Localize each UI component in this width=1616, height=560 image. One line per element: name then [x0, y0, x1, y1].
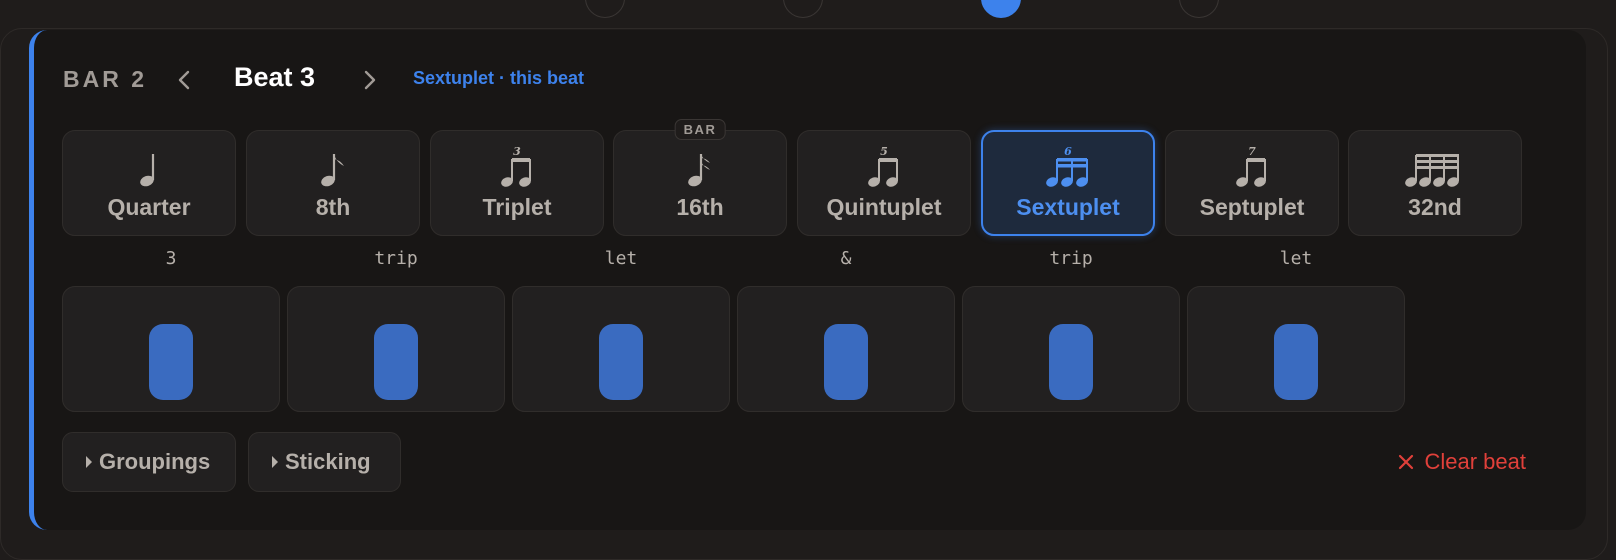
eighth-note-icon	[320, 146, 346, 188]
sticking-toggle[interactable]: Sticking	[248, 432, 401, 492]
subdivision-labels: 3 trip let & trip let	[62, 248, 1462, 272]
caret-right-icon	[86, 456, 92, 468]
note-option-sextuplet[interactable]: 6 Sextuplet	[981, 130, 1155, 236]
note-option-label: Quintuplet	[826, 193, 942, 220]
beamed-notes-icon: 7	[1235, 146, 1269, 188]
hit-pad[interactable]	[1187, 286, 1405, 412]
note-option-septuplet[interactable]: 7 Septuplet	[1165, 130, 1339, 236]
groupings-toggle[interactable]: Groupings	[62, 432, 236, 492]
sixteenth-note-icon	[687, 146, 713, 188]
sticking-label: Sticking	[285, 449, 371, 474]
hit-pads	[62, 286, 1462, 412]
hit-pad[interactable]	[62, 286, 280, 412]
subdivision-label: let	[604, 248, 638, 269]
beat-dot-1[interactable]	[585, 0, 625, 18]
hit-pad[interactable]	[512, 286, 730, 412]
beat-step-indicators	[0, 0, 1616, 20]
note-option-label: Quarter	[107, 193, 191, 220]
hit-pad[interactable]	[287, 286, 505, 412]
beamed-thirty-seconds-icon	[1404, 146, 1466, 188]
svg-text:3: 3	[513, 146, 521, 158]
note-option-label: 16th	[676, 193, 724, 220]
next-beat-button[interactable]	[352, 60, 388, 100]
subdivision-label: &	[840, 248, 852, 269]
chevron-left-icon	[178, 70, 190, 90]
pad-velocity-fill	[374, 324, 418, 400]
note-option-label: Triplet	[482, 193, 552, 220]
groupings-label: Groupings	[99, 449, 211, 474]
subdivision-status: Sextuplet · this beat	[413, 68, 585, 88]
beamed-sixteenths-icon: 6	[1045, 146, 1091, 188]
note-option-label: 8th	[315, 193, 351, 220]
beat-header: BAR 2 Beat 3 Sextuplet · this beat	[34, 30, 1586, 130]
note-option-label: Sextuplet	[1016, 193, 1120, 220]
subdivision-label: trip	[1049, 248, 1093, 269]
subdivision-label: 3	[165, 248, 177, 269]
pad-velocity-fill	[824, 324, 868, 400]
note-option-16th[interactable]: BAR 16th	[613, 119, 787, 236]
beat-dot-2[interactable]	[783, 0, 823, 18]
clear-beat-label: Clear beat	[1424, 449, 1526, 474]
beat-editor-panel: BAR 2 Beat 3 Sextuplet · this beat Quart…	[29, 30, 1586, 530]
note-value-selector: Quarter 8th 3 Triplet BAR 16th 5 Quintup…	[62, 119, 1526, 236]
subdivision-label: let	[1279, 248, 1313, 269]
svg-text:6: 6	[1064, 146, 1072, 158]
note-option-quarter[interactable]: Quarter	[62, 130, 236, 236]
beat-dot-4[interactable]	[1179, 0, 1219, 18]
beamed-notes-icon: 3	[500, 146, 534, 188]
clear-beat-button[interactable]: Clear beat	[1398, 446, 1526, 478]
svg-text:5: 5	[880, 146, 888, 158]
beat-title: Beat 3	[234, 62, 316, 92]
note-option-label: Septuplet	[1199, 193, 1305, 220]
beat-dot-3-active[interactable]	[981, 0, 1021, 18]
pad-velocity-fill	[149, 324, 193, 400]
quarter-note-icon	[139, 146, 159, 188]
note-option-quintuplet[interactable]: 5 Quintuplet	[797, 130, 971, 236]
subdivision-label: trip	[374, 248, 418, 269]
bar-label: BAR 2	[63, 66, 148, 92]
chevron-right-icon	[364, 70, 376, 90]
previous-beat-button[interactable]	[166, 60, 202, 100]
beamed-notes-icon: 5	[867, 146, 901, 188]
beat-footer: Groupings Sticking Clear beat	[62, 432, 1526, 492]
note-option-label: 32nd	[1408, 193, 1462, 220]
pad-velocity-fill	[599, 324, 643, 400]
svg-text:7: 7	[1248, 146, 1256, 158]
bar-default-badge: BAR	[674, 119, 726, 140]
caret-right-icon	[272, 456, 278, 468]
hit-pad[interactable]	[962, 286, 1180, 412]
pad-velocity-fill	[1274, 324, 1318, 400]
pad-velocity-fill	[1049, 324, 1093, 400]
note-option-triplet[interactable]: 3 Triplet	[430, 130, 604, 236]
note-option-8th[interactable]: 8th	[246, 130, 420, 236]
note-option-32nd[interactable]: 32nd	[1348, 130, 1522, 236]
hit-pad[interactable]	[737, 286, 955, 412]
close-icon	[1399, 454, 1414, 470]
